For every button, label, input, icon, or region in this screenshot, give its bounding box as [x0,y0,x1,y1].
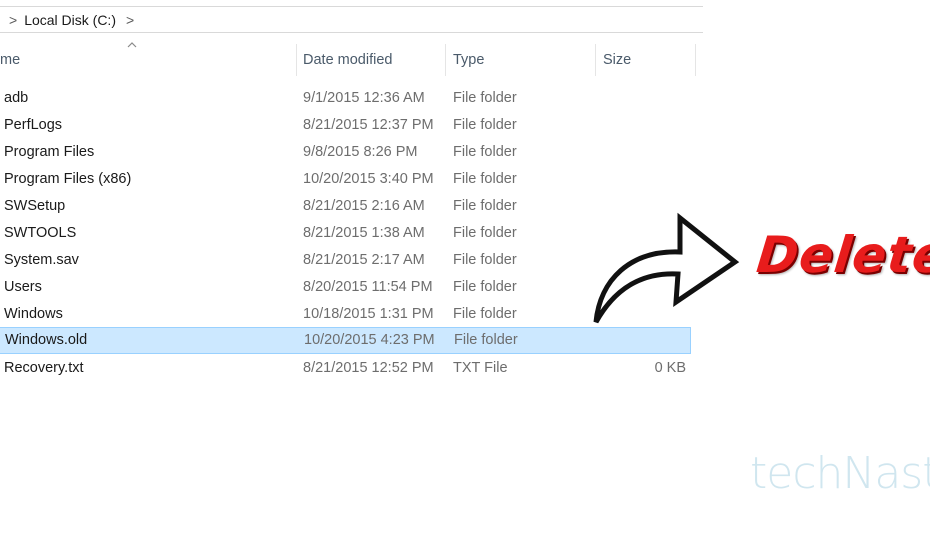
file-date-modified: 10/18/2015 1:31 PM [303,306,434,322]
file-row[interactable]: Program Files 9/8/2015 8:26 PM File fold… [0,139,690,166]
file-type: File folder [453,144,517,160]
file-row[interactable]: adb 9/1/2015 12:36 AM File folder [0,85,690,112]
watermark-logo: techNastic [750,448,930,499]
column-header-name[interactable]: me [0,44,20,76]
file-type: TXT File [453,360,508,376]
delete-annotation-label: Delete [753,226,930,284]
file-date-modified: 8/20/2015 11:54 PM [303,279,433,295]
column-divider[interactable] [445,44,446,76]
file-date-modified: 8/21/2015 1:38 AM [303,225,425,241]
file-row-selected[interactable]: Windows.old 10/20/2015 4:23 PM File fold… [0,327,691,354]
file-type: File folder [453,306,517,322]
file-date-modified: 10/20/2015 4:23 PM [304,332,435,348]
file-name: SWTOOLS [4,225,77,241]
file-date-modified: 9/8/2015 8:26 PM [303,144,418,160]
column-header-type[interactable]: Type [453,44,484,76]
file-date-modified: 8/21/2015 12:37 PM [303,117,434,133]
file-name: Recovery.txt [4,360,84,376]
chevron-right-icon[interactable]: > [126,12,134,28]
address-bar[interactable]: > Local Disk (C:) > [0,6,703,33]
file-row[interactable]: Recovery.txt 8/21/2015 12:52 PM TXT File… [0,355,690,382]
file-type: File folder [453,279,517,295]
file-name: SWSetup [4,198,66,214]
column-divider[interactable] [695,44,696,76]
file-date-modified: 8/21/2015 12:52 PM [303,360,434,376]
file-date-modified: 9/1/2015 12:36 AM [303,90,425,106]
file-row[interactable]: SWTOOLS 8/21/2015 1:38 AM File folder [0,220,690,247]
file-size: 0 KB [654,360,686,376]
file-type: File folder [453,252,517,268]
file-name: Windows.old [5,332,88,348]
column-divider[interactable] [296,44,297,76]
file-name: Program Files [4,144,95,160]
file-row[interactable]: PerfLogs 8/21/2015 12:37 PM File folder [0,112,690,139]
file-name: System.sav [4,252,79,268]
file-date-modified: 8/21/2015 2:16 AM [303,198,425,214]
file-row[interactable]: Windows 10/18/2015 1:31 PM File folder [0,301,690,328]
file-type: File folder [453,171,517,187]
file-date-modified: 8/21/2015 2:17 AM [303,252,425,268]
file-type: File folder [454,332,518,348]
file-type: File folder [453,225,517,241]
chevron-right-icon[interactable]: > [9,12,17,28]
file-row[interactable]: SWSetup 8/21/2015 2:16 AM File folder [0,193,690,220]
column-header-size[interactable]: Size [603,44,631,76]
column-header-row: me Date modified Type Size [0,44,703,76]
file-row[interactable]: Users 8/20/2015 11:54 PM File folder [0,274,690,301]
file-type: File folder [453,198,517,214]
file-row[interactable]: Program Files (x86) 10/20/2015 3:40 PM F… [0,166,690,193]
column-divider[interactable] [595,44,596,76]
file-name: Users [4,279,42,295]
file-date-modified: 10/20/2015 3:40 PM [303,171,434,187]
file-name: Program Files (x86) [4,171,132,187]
file-name: PerfLogs [4,117,63,133]
file-row[interactable]: System.sav 8/21/2015 2:17 AM File folder [0,247,690,274]
curved-arrow-right-icon [593,212,740,324]
file-type: File folder [453,117,517,133]
file-type: File folder [453,90,517,106]
file-name: adb [4,90,29,106]
file-name: Windows [4,306,63,322]
breadcrumb-local-disk[interactable]: Local Disk (C:) [24,12,116,28]
column-header-date-modified[interactable]: Date modified [303,44,392,76]
